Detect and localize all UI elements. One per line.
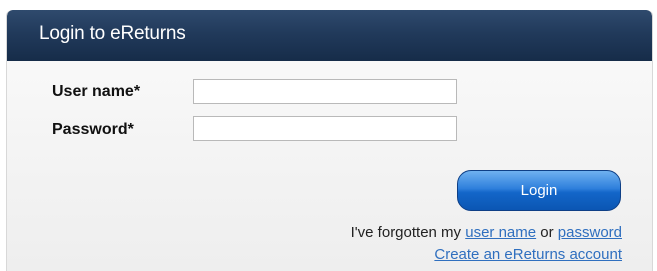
forgot-connector-text: or [540, 224, 554, 241]
forgot-username-link[interactable]: user name [465, 224, 536, 241]
panel-header: Login to eReturns [7, 10, 652, 61]
forgot-prefix-text: I've forgotten my [350, 224, 462, 241]
password-input[interactable] [193, 116, 457, 141]
login-panel: Login to eReturns User name* Password* L… [6, 10, 653, 271]
username-input[interactable] [193, 79, 457, 104]
create-account-link[interactable]: Create an eReturns account [434, 246, 622, 263]
panel-title: Login to eReturns [39, 23, 186, 44]
create-account-line: Create an eReturns account [434, 246, 622, 263]
password-label: Password* [52, 121, 134, 138]
forgot-password-link[interactable]: password [558, 224, 622, 241]
username-label: User name* [52, 83, 141, 100]
login-button[interactable]: Login [457, 170, 621, 211]
forgot-credentials-line: I've forgotten my user name or password [351, 224, 622, 241]
